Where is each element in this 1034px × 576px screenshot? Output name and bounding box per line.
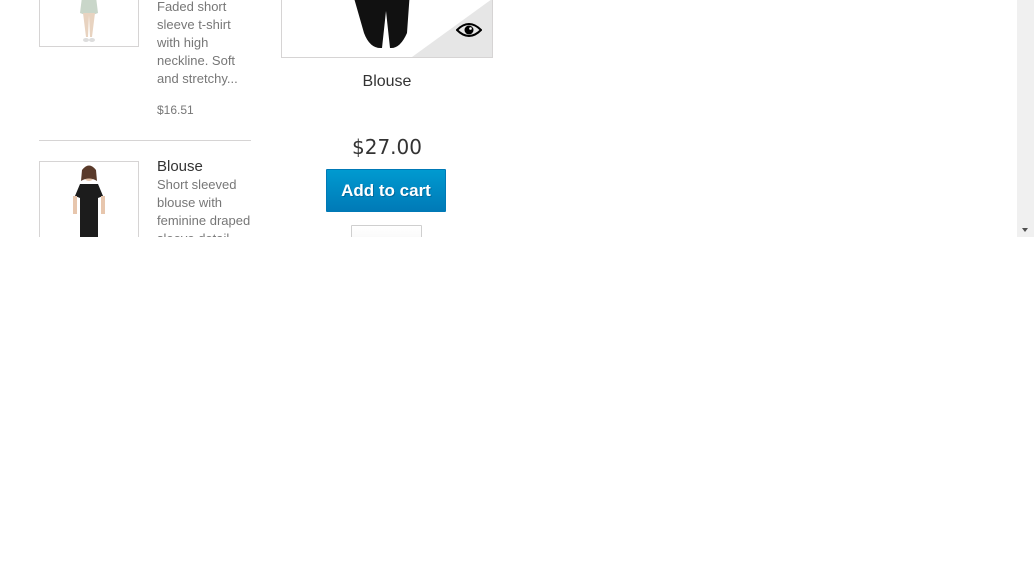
page-viewport: Faded short sleeve t-shirt with high nec… [0, 0, 1034, 237]
product-card-name[interactable]: Blouse [281, 73, 493, 91]
product-title[interactable]: Blouse [157, 158, 203, 175]
product-thumbnail[interactable] [39, 0, 139, 47]
add-to-cart-button[interactable]: Add to cart [326, 169, 446, 212]
scroll-down-arrow-icon[interactable] [1022, 228, 1028, 232]
product-card-image[interactable] [281, 0, 493, 58]
product-description: Short sleeved blouse with feminine drape… [157, 177, 251, 237]
product-thumbnail[interactable] [39, 161, 139, 237]
product-image-tshirt [40, 0, 138, 46]
product-card-price: $27.00 [352, 135, 422, 159]
product-image-blouse [40, 162, 138, 237]
eye-icon[interactable] [455, 21, 483, 44]
list-divider [39, 140, 251, 141]
product-description: Faded short sleeve t-shirt with high nec… [157, 0, 238, 86]
more-button[interactable] [351, 225, 422, 237]
vertical-scrollbar[interactable] [1017, 0, 1034, 237]
product-price: $16.51 [157, 103, 194, 117]
